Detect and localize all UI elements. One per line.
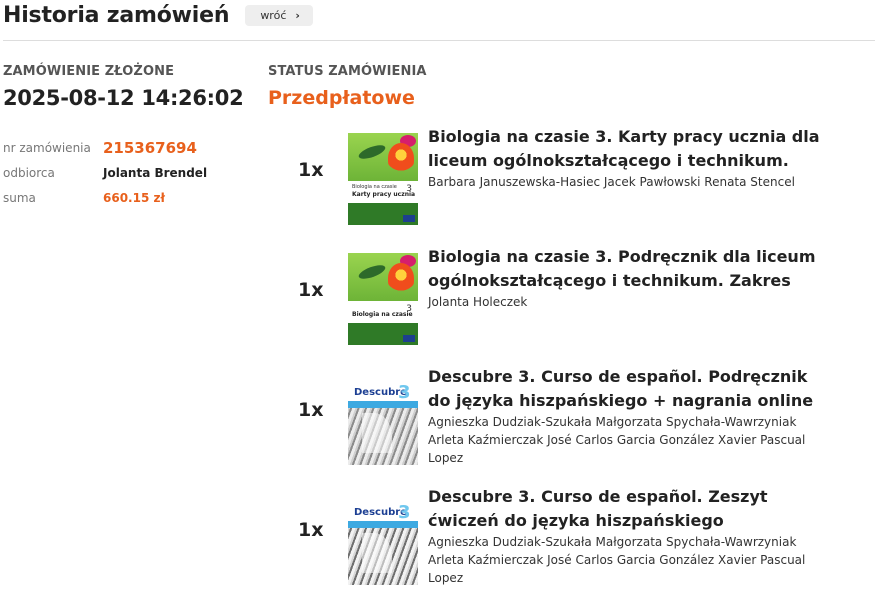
order-meta: nr zamówienia 215367694 odbiorca Jolanta… — [3, 135, 207, 210]
descubre-textbook-cover[interactable]: Descubre 3 — [348, 373, 418, 465]
flower-illustration — [388, 143, 414, 173]
order-placed-label: ZAMÓWIENIE ZŁOŻONE — [3, 64, 175, 79]
biology-textbook-cover[interactable]: Biologia na czasie 3 — [348, 253, 418, 345]
order-number-label: nr zamówienia — [3, 140, 91, 155]
item-quantity: 1x — [298, 159, 324, 181]
chevron-right-icon: › — [295, 8, 300, 22]
order-status-value: Przedpłatowe — [268, 87, 415, 109]
order-item: 1x Descubre 3 Descubre 3. Curso de españ… — [298, 485, 858, 585]
cover-strip — [348, 401, 418, 408]
item-quantity: 1x — [298, 279, 324, 301]
recipient-value: Jolanta Brendel — [103, 165, 208, 180]
sum-label: suma — [3, 190, 36, 205]
item-authors: Agnieszka Dudziak-Szukała Małgorzata Spy… — [428, 415, 806, 465]
back-button[interactable]: wróć › — [245, 4, 313, 26]
item-title[interactable]: Descubre 3. Curso de español. Podręcznik… — [428, 365, 828, 413]
back-button-label: wróć — [260, 8, 287, 22]
header-divider — [3, 40, 875, 41]
flower-illustration — [388, 263, 414, 293]
hummingbird-illustration — [357, 262, 387, 282]
descubre-workbook-cover[interactable]: Descubre 3 — [348, 493, 418, 585]
order-item: 1x Biologia na czasie Karty pracy ucznia… — [298, 125, 858, 225]
item-title[interactable]: Biologia na czasie 3. Podręcznik dla lic… — [428, 245, 828, 293]
recipient-label: odbiorca — [3, 165, 55, 180]
item-authors: Agnieszka Dudziak-Szukała Małgorzata Spy… — [428, 535, 806, 585]
publisher-logo-icon — [403, 215, 415, 222]
item-info: Descubre 3. Curso de español. Podręcznik… — [428, 365, 828, 467]
order-item: 1x Biologia na czasie 3 Biologia na czas… — [298, 245, 858, 345]
cover-series-text: Biologia na czasie — [352, 184, 397, 190]
hummingbird-illustration — [357, 142, 387, 162]
item-quantity: 1x — [298, 519, 324, 541]
cover-title-text: Biologia na czasie — [352, 311, 413, 318]
cover-strip — [348, 521, 418, 528]
order-number-row: nr zamówienia 215367694 — [3, 135, 207, 160]
publisher-logo-icon — [403, 335, 415, 342]
cover-number: 3 — [406, 304, 412, 314]
order-placed-date: 2025-08-12 14:26:02 — [3, 86, 244, 110]
item-info: Biologia na czasie 3. Karty pracy ucznia… — [428, 125, 828, 191]
order-status-label: STATUS ZAMÓWIENIA — [268, 64, 427, 79]
item-authors: Barbara Januszewska-Hasiec Jacek Pawłows… — [428, 175, 795, 189]
item-title[interactable]: Biologia na czasie 3. Karty pracy ucznia… — [428, 125, 828, 173]
page-title: Historia zamówień — [3, 2, 230, 28]
cover-number: 3 — [398, 502, 411, 523]
sum-value: 660.15 zł — [103, 190, 165, 205]
sum-row: suma 660.15 zł — [3, 185, 207, 210]
item-info: Descubre 3. Curso de español. Zeszyt ćwi… — [428, 485, 828, 587]
item-authors: Jolanta Holeczek — [428, 295, 528, 309]
cover-number: 3 — [398, 382, 411, 403]
item-title[interactable]: Descubre 3. Curso de español. Zeszyt ćwi… — [428, 485, 828, 533]
order-number-value: 215367694 — [103, 138, 197, 157]
biology-workbook-cover[interactable]: Biologia na czasie Karty pracy ucznia 3 — [348, 133, 418, 225]
order-item: 1x Descubre 3 Descubre 3. Curso de españ… — [298, 365, 858, 465]
item-info: Biologia na czasie 3. Podręcznik dla lic… — [428, 245, 828, 311]
page-header: Historia zamówień wróć › — [3, 0, 313, 30]
item-quantity: 1x — [298, 399, 324, 421]
recipient-row: odbiorca Jolanta Brendel — [3, 160, 207, 185]
cover-number: 3 — [406, 184, 412, 194]
